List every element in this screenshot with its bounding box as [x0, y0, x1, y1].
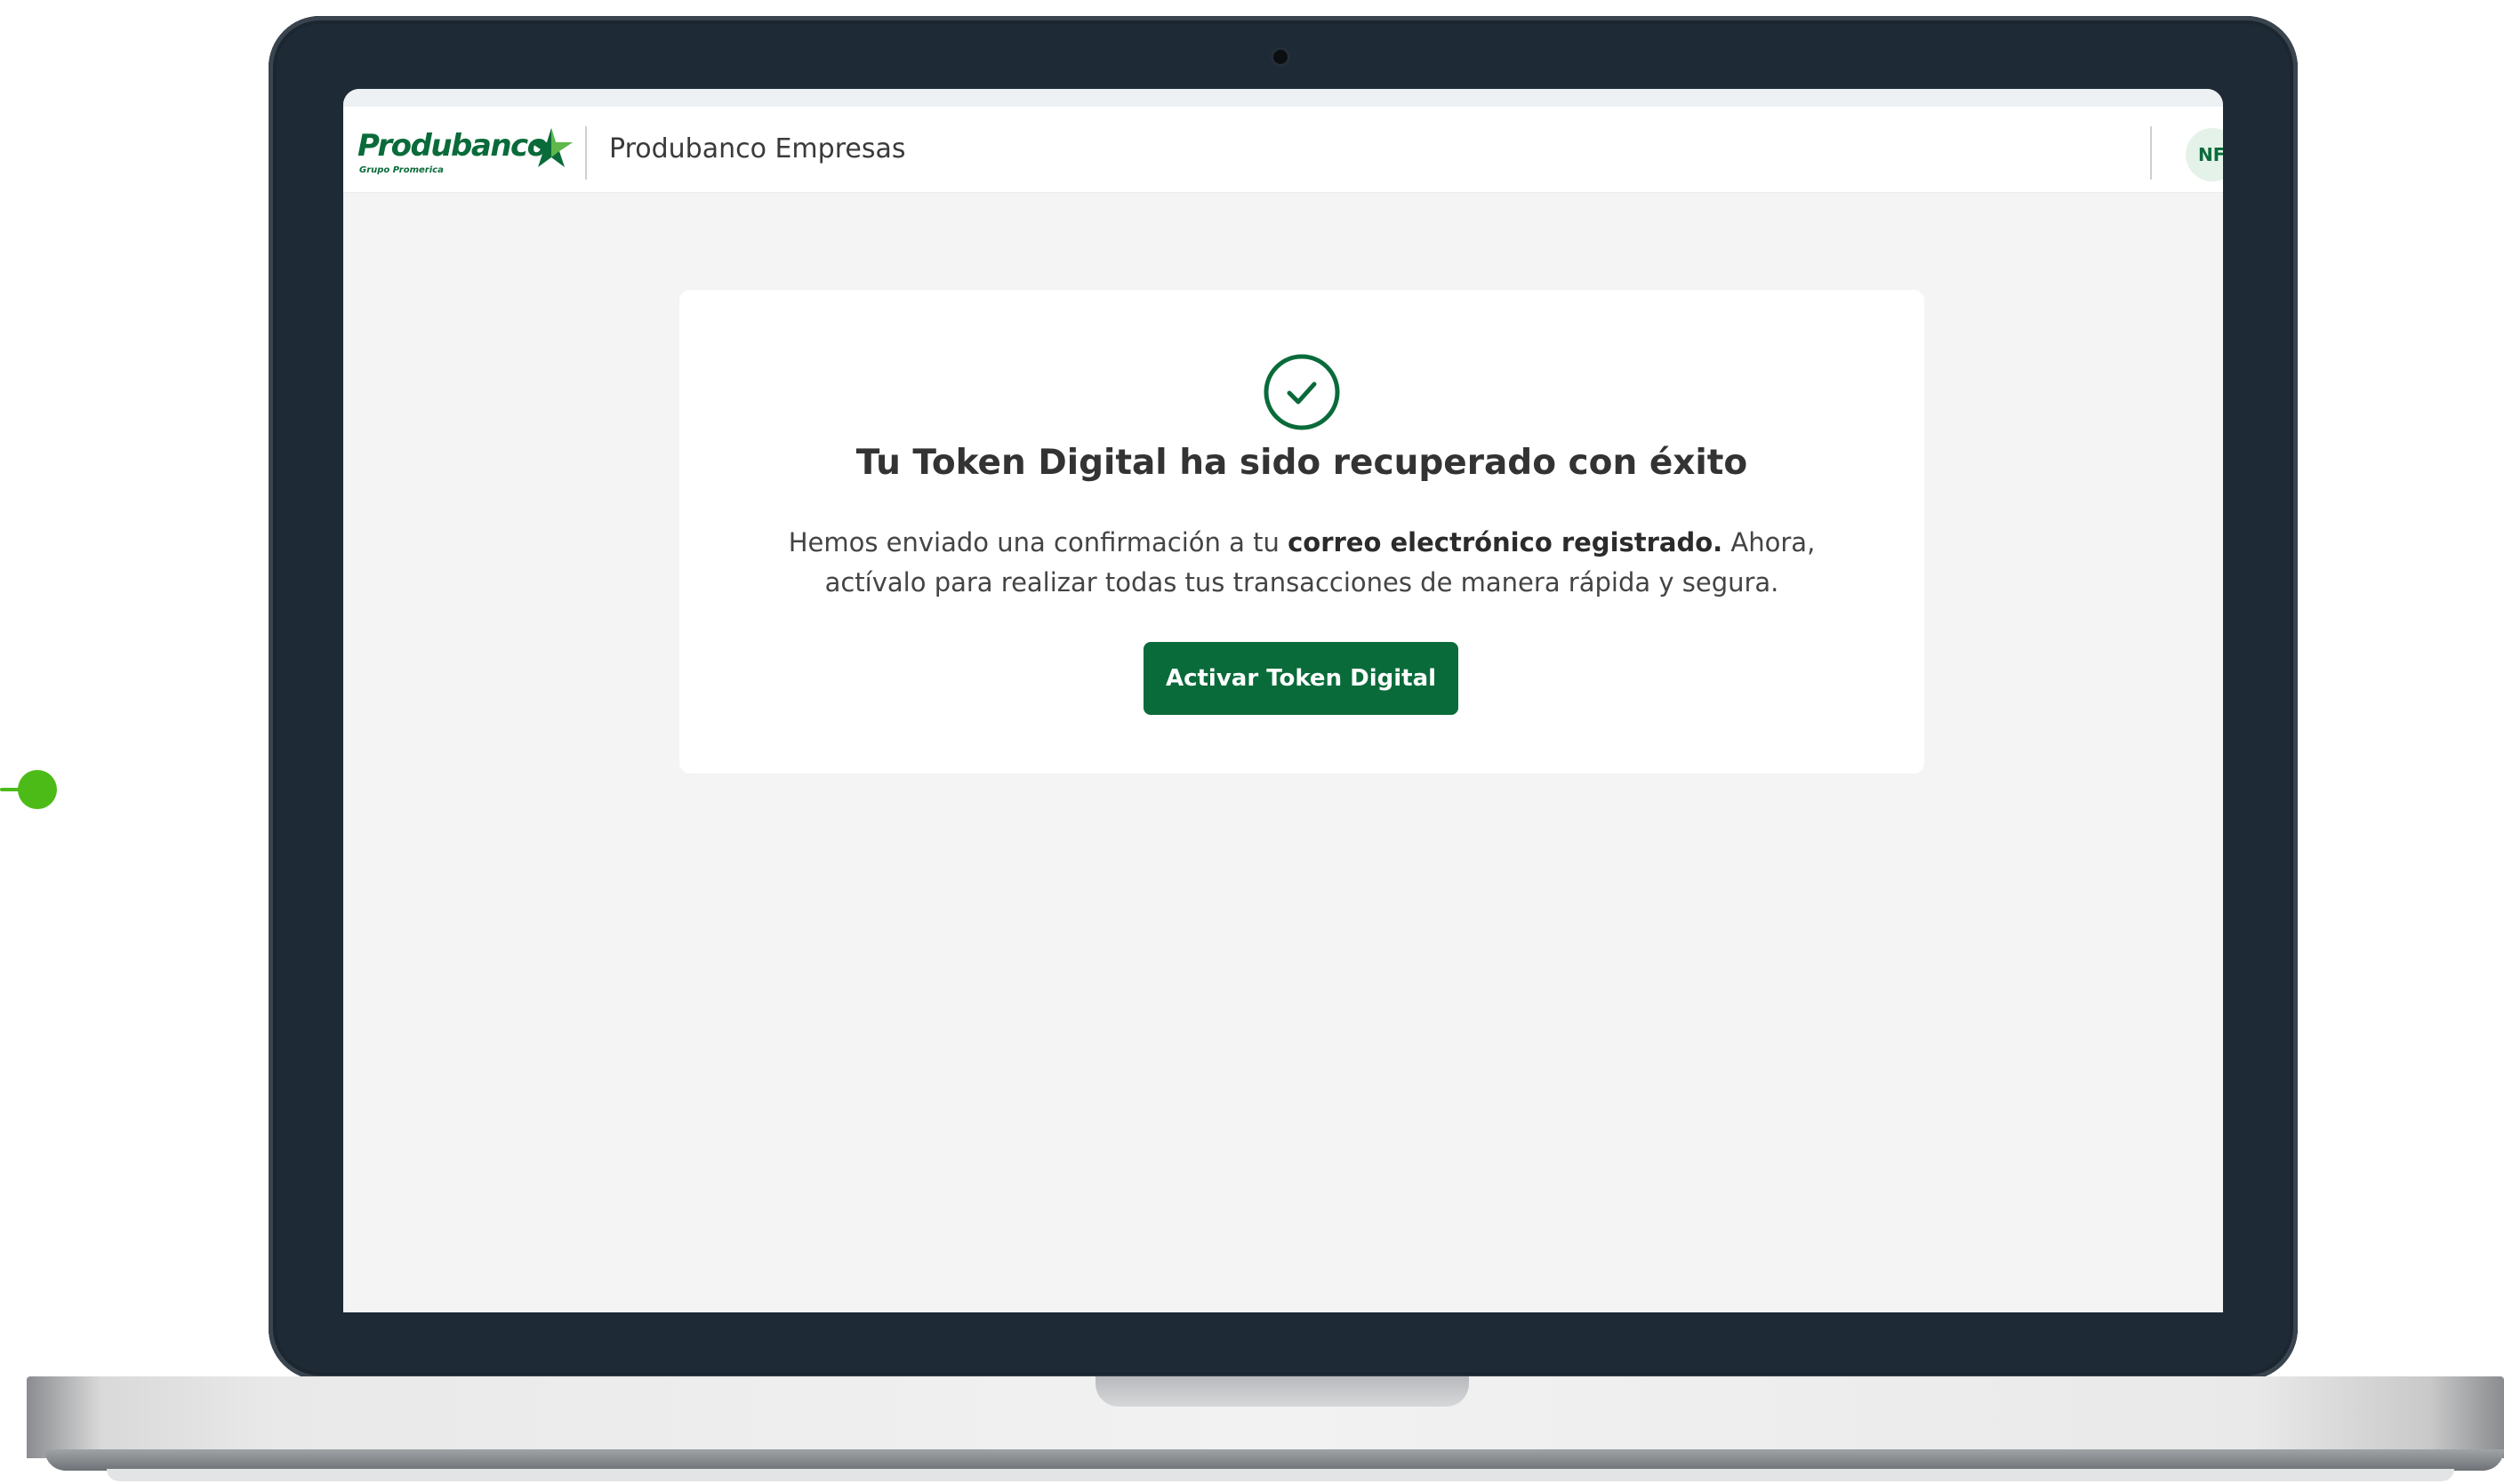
connector-dot: [18, 770, 57, 809]
message-prefix: Hemos enviado una confirmación a tu: [788, 527, 1288, 558]
laptop-notch: [1096, 1376, 1469, 1407]
produbanco-logo[interactable]: Produbanco Grupo Promerica: [357, 123, 573, 180]
check-circle-icon: [1264, 354, 1340, 430]
laptop-screen: Produbanco Grupo Promerica Produbanco Em…: [343, 89, 2223, 1312]
success-title: Tu Token Digital ha sido recuperado con …: [855, 443, 1748, 483]
laptop-base-shadow: [107, 1469, 2454, 1481]
success-message: Hemos enviado una confirmación a tu corr…: [768, 523, 1835, 603]
logo-subtext: Grupo Promerica: [359, 165, 444, 175]
header-divider: [585, 126, 587, 180]
app-header: Produbanco Grupo Promerica Produbanco Em…: [343, 107, 2223, 193]
camera: [1273, 50, 1288, 64]
top-strip: [343, 89, 2223, 108]
star-icon: [530, 128, 573, 167]
success-card: Tu Token Digital ha sido recuperado con …: [679, 290, 1924, 774]
laptop-base-lower: [44, 1449, 2504, 1471]
message-bold: correo electrónico registrado.: [1288, 527, 1723, 558]
activate-token-button[interactable]: Activar Token Digital: [1144, 642, 1458, 715]
header-right-divider: [2150, 126, 2152, 180]
user-avatar[interactable]: NF: [2186, 128, 2223, 181]
app-title: Produbanco Empresas: [609, 133, 906, 164]
logo-text: Produbanco: [357, 128, 548, 164]
